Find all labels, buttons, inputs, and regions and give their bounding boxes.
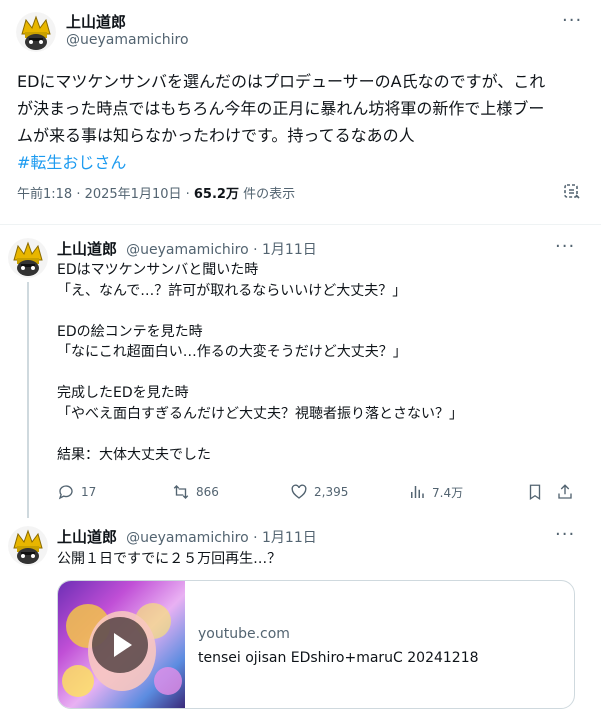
- more-icon[interactable]: ···: [555, 236, 575, 257]
- grok-icon[interactable]: [563, 183, 581, 201]
- tweet-text: EDにマツケンサンバを選んだのはプロデューサーのA氏なのですが、これ が決まった…: [17, 68, 545, 176]
- reply-line: 「え、なんで…？許可が取れるならいいけど大丈夫？」: [57, 282, 407, 299]
- author-name[interactable]: 上山道郎: [57, 528, 117, 546]
- author-name[interactable]: 上山道郎: [66, 11, 126, 32]
- avatar[interactable]: [8, 526, 48, 566]
- bookmark-button[interactable]: [526, 483, 544, 501]
- reply-header: 上山道郎 @ueyamamichiro · 1月11日: [57, 238, 317, 259]
- avatar[interactable]: [8, 238, 48, 278]
- hashtag-link[interactable]: #転生おじさん: [17, 149, 545, 176]
- reply-header: 上山道郎 @ueyamamichiro · 1月11日: [57, 526, 317, 547]
- share-button[interactable]: [556, 483, 574, 501]
- like-count: 2,395: [314, 485, 349, 499]
- reply-text: EDはマツケンサンバと聞いた時 「え、なんで…？許可が取れるならいいけど大丈夫？…: [57, 260, 463, 465]
- reply-line: [57, 363, 463, 384]
- card-domain: youtube.com: [198, 626, 290, 642]
- views-suffix: 件の表示: [238, 187, 296, 202]
- author-handle[interactable]: @ueyamamichiro · 1月11日: [126, 242, 317, 258]
- reply-line: 「やべえ面白すぎるんだけど大丈夫？視聴者振り落とさない？」: [57, 405, 463, 422]
- like-button[interactable]: 2,395: [290, 483, 348, 501]
- retweet-icon: [173, 485, 189, 499]
- author-name[interactable]: 上山道郎: [57, 240, 117, 258]
- reply-line: 完成したEDを見た時: [57, 385, 189, 401]
- tweet-line: ムが来る事は知らなかったわけです。持ってるなあの人: [17, 126, 415, 145]
- more-icon[interactable]: ···: [555, 524, 575, 545]
- avatar[interactable]: [16, 12, 56, 52]
- views-count: 65.2万: [193, 187, 239, 202]
- tweet-line: EDにマツケンサンバを選んだのはプロデューサーのA氏なのですが、これ: [17, 72, 546, 91]
- reply-line: [57, 424, 463, 445]
- bookmark-icon: [529, 484, 541, 501]
- reply-line: [57, 301, 463, 322]
- views-icon: [411, 486, 424, 498]
- author-handle[interactable]: @ueyamamichiro: [66, 32, 189, 48]
- tweet-meta: 午前1:18 · 2025年1月10日 · 65.2万 件の表示: [17, 183, 295, 202]
- reply-icon: [58, 485, 73, 500]
- author-handle[interactable]: @ueyamamichiro · 1月11日: [126, 530, 317, 546]
- reply-line: 結果：大体大丈夫でした: [57, 446, 211, 463]
- views-button[interactable]: 7.4万: [408, 483, 463, 501]
- link-card[interactable]: youtube.com tensei ojisan EDshiro+maruC …: [57, 580, 575, 709]
- tweet-line: が決まった時点ではもちろん今年の正月に暴れん坊将軍の新作で上様ブー: [17, 99, 545, 118]
- like-icon: [291, 484, 307, 499]
- share-icon: [558, 484, 572, 499]
- views-count: 7.4万: [432, 485, 464, 500]
- play-icon[interactable]: [92, 617, 148, 673]
- reply-count: 17: [81, 485, 97, 499]
- retweet-count: 866: [196, 485, 219, 499]
- more-icon[interactable]: ···: [562, 10, 582, 31]
- reply-line: EDはマツケンサンバと聞いた時: [57, 262, 259, 278]
- thread-line: [27, 282, 29, 518]
- reply-button[interactable]: 17: [57, 483, 96, 501]
- divider: [0, 224, 601, 225]
- retweet-button[interactable]: 866: [172, 483, 219, 501]
- reply-line: 「なにこれ超面白い…作るの大変そうだけど大丈夫？」: [57, 344, 407, 360]
- reply-text: 公開１日ですでに２５万回再生…？: [57, 551, 282, 567]
- reply-line: EDの絵コンテを見た時: [57, 323, 203, 340]
- card-title: tensei ojisan EDshiro+maruC 20241218: [198, 650, 479, 666]
- tweet-time[interactable]: 午前1:18 · 2025年1月10日 ·: [17, 187, 194, 202]
